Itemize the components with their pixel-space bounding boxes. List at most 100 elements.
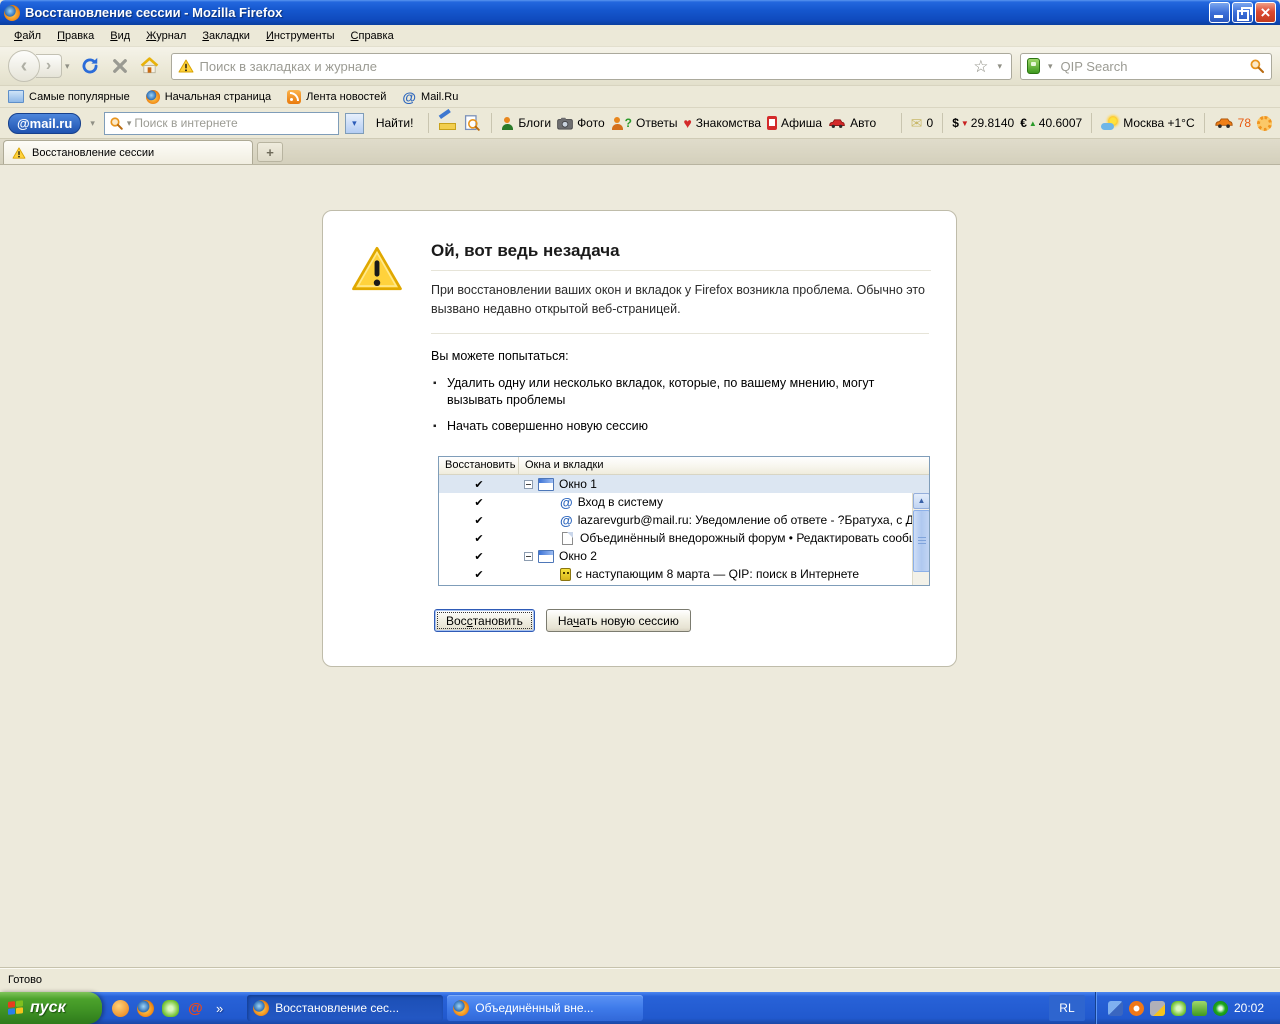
gear-icon[interactable] (1257, 116, 1272, 131)
restore-checkbox[interactable]: ✔ (439, 532, 519, 545)
usd-symbol: $ (952, 116, 959, 130)
restore-checkbox[interactable]: ✔ (439, 550, 519, 563)
stop-button[interactable] (107, 53, 133, 79)
web-search-input[interactable] (1061, 59, 1244, 74)
punto-tray-icon[interactable] (1129, 1001, 1144, 1016)
tree-row-window1[interactable]: ✔ Окно 1 (439, 475, 929, 493)
quicklaunch-overflow-chevron[interactable]: » (212, 1001, 227, 1016)
bookmark-news-feed[interactable]: Лента новостей (287, 90, 386, 104)
quicklaunch-app-icon[interactable] (112, 1000, 129, 1017)
search-engine-dropdown[interactable]: ▾ (1045, 59, 1056, 74)
tree-row-partial[interactable] (439, 583, 929, 585)
address-bar[interactable]: ☆ ▾ (171, 53, 1012, 80)
history-dropdown-button[interactable]: ▾ (62, 59, 73, 74)
menu-file[interactable]: Файл (6, 27, 49, 45)
menu-bookmarks[interactable]: Закладки (194, 27, 258, 45)
weather-widget[interactable]: Москва +1°C (1101, 116, 1194, 130)
bookmark-most-visited[interactable]: Самые популярные (8, 90, 130, 103)
bookmark-mailru[interactable]: $ @ Mail.Ru (402, 90, 458, 104)
scrollbar-thumb[interactable] (913, 510, 929, 572)
task-label: Восстановление сес... (275, 1001, 399, 1015)
agent-tray-icon[interactable] (1213, 1001, 1228, 1016)
mailru-logo-button[interactable]: @mail.ru (8, 113, 81, 134)
menu-view[interactable]: Вид (102, 27, 138, 45)
task-session-restore[interactable]: Восстановление сес... (247, 995, 443, 1021)
windows-tabs-tree: Восстановить Окна и вкладки ✔ Окно 1 ✔ @… (438, 456, 930, 586)
suggestion-item: Удалить одну или несколько вкладок, кото… (431, 375, 891, 409)
mailru-find-button[interactable]: Найти! (370, 114, 420, 132)
mailru-logo-dropdown[interactable]: ▾ (87, 116, 98, 131)
bookmark-star-icon[interactable]: ☆ (973, 58, 988, 75)
tree-row-tab[interactable]: ✔ @ Вход в систему (439, 493, 929, 511)
tab-session-restore[interactable]: Восстановление сессии (3, 140, 253, 164)
menu-history[interactable]: Журнал (138, 27, 194, 45)
mailru-link-afisha[interactable]: Афиша (767, 116, 822, 130)
reload-icon (80, 56, 100, 76)
collapse-expander-icon[interactable] (524, 480, 533, 489)
menu-help[interactable]: Справка (343, 27, 402, 45)
minimize-button[interactable] (1209, 2, 1230, 23)
restore-checkbox[interactable]: ✔ (439, 478, 519, 491)
urlbar-dropdown-button[interactable]: ▾ (994, 59, 1005, 74)
icq-tray-icon[interactable] (1171, 1001, 1186, 1016)
close-button[interactable] (1255, 2, 1276, 23)
usb-tray-icon[interactable] (1192, 1001, 1207, 1016)
quicklaunch-icq-icon[interactable] (162, 1000, 179, 1017)
restore-checkbox[interactable]: ✔ (439, 514, 519, 527)
menu-tools[interactable]: Инструменты (258, 27, 343, 45)
eur-rate[interactable]: € ▲ 40.6007 (1020, 116, 1082, 130)
column-windows-tabs[interactable]: Окна и вкладки (519, 457, 610, 474)
bookmark-start-page[interactable]: Начальная страница (146, 90, 271, 104)
mailru-link-auto[interactable]: Авто (828, 116, 876, 130)
mailru-link-photo[interactable]: Фото (557, 116, 605, 130)
collapse-expander-icon[interactable] (524, 552, 533, 561)
quicklaunch-mailru-agent-icon[interactable]: @ (187, 1000, 204, 1017)
status-bar: Готово (0, 967, 1280, 992)
mailru-link-blogs[interactable]: Блоги (501, 116, 551, 130)
page-search-button[interactable] (462, 110, 482, 136)
tree-row-tab[interactable]: ✔ @ lazarevgurb@mail.ru: Уведомление об … (439, 511, 929, 529)
mailru-combo-arrow[interactable]: ▾ (345, 113, 364, 134)
new-session-button[interactable]: Начать новую сессию (546, 609, 691, 632)
mailru-search-input[interactable] (134, 116, 337, 130)
tree-row-tab[interactable]: ✔ с наступающим 8 марта — QIP: поиск в И… (439, 565, 929, 583)
traffic-widget[interactable]: 78 (1214, 116, 1251, 130)
scroll-up-icon[interactable] (913, 493, 929, 509)
usd-rate[interactable]: $ ▼ 29.8140 (952, 116, 1014, 130)
restore-checkbox[interactable]: ✔ (439, 568, 519, 581)
restore-button[interactable] (1232, 2, 1253, 23)
restore-session-button[interactable]: Восстановить (434, 609, 535, 632)
quicklaunch-firefox-icon[interactable] (137, 1000, 154, 1017)
bookmarks-toolbar: Самые популярные Начальная страница Лент… (0, 86, 1280, 108)
mailru-link-dating[interactable]: ♥ Знакомства (683, 116, 761, 130)
warning-tray-icon[interactable] (1150, 1001, 1165, 1016)
restore-checkbox[interactable]: ✔ (439, 496, 519, 509)
task-label: Объединённый вне... (475, 1001, 593, 1015)
task-forum-window[interactable]: Объединённый вне... (447, 995, 643, 1021)
reload-button[interactable] (77, 53, 103, 79)
heart-icon: ♥ (683, 116, 691, 130)
tree-scrollbar[interactable] (912, 493, 929, 585)
column-restore[interactable]: Восстановить (439, 457, 519, 474)
tree-row-window2[interactable]: ✔ Окно 2 (439, 547, 929, 565)
menu-edit[interactable]: Правка (49, 27, 102, 45)
network-tray-icon[interactable] (1108, 1001, 1123, 1016)
mailru-search-box[interactable]: ▾ (104, 112, 339, 135)
back-button[interactable]: ‹ (8, 50, 40, 82)
new-tab-button[interactable]: + (257, 142, 283, 162)
highlighter-icon[interactable] (438, 115, 456, 131)
language-indicator[interactable]: RL (1049, 995, 1085, 1021)
mailru-search-dropdown[interactable]: ▾ (124, 116, 135, 131)
smart-folder-icon (8, 90, 24, 103)
mailru-mail-counter[interactable]: ✉ 0 (911, 116, 933, 130)
url-input[interactable] (200, 59, 968, 74)
home-button[interactable] (137, 53, 163, 79)
search-magnifier-icon[interactable] (1249, 58, 1265, 74)
web-search-box[interactable]: ▾ (1020, 53, 1272, 80)
link-label: Афиша (781, 116, 822, 130)
tree-row-tab[interactable]: ✔ Объединённый внедорожный форум • Редак… (439, 529, 929, 547)
start-button[interactable]: пуск (0, 992, 102, 1024)
tray-clock[interactable]: 20:02 (1234, 1001, 1270, 1015)
button-label: Начать новую сессию (558, 614, 679, 628)
mailru-link-answers[interactable]: ? Ответы (611, 116, 678, 130)
